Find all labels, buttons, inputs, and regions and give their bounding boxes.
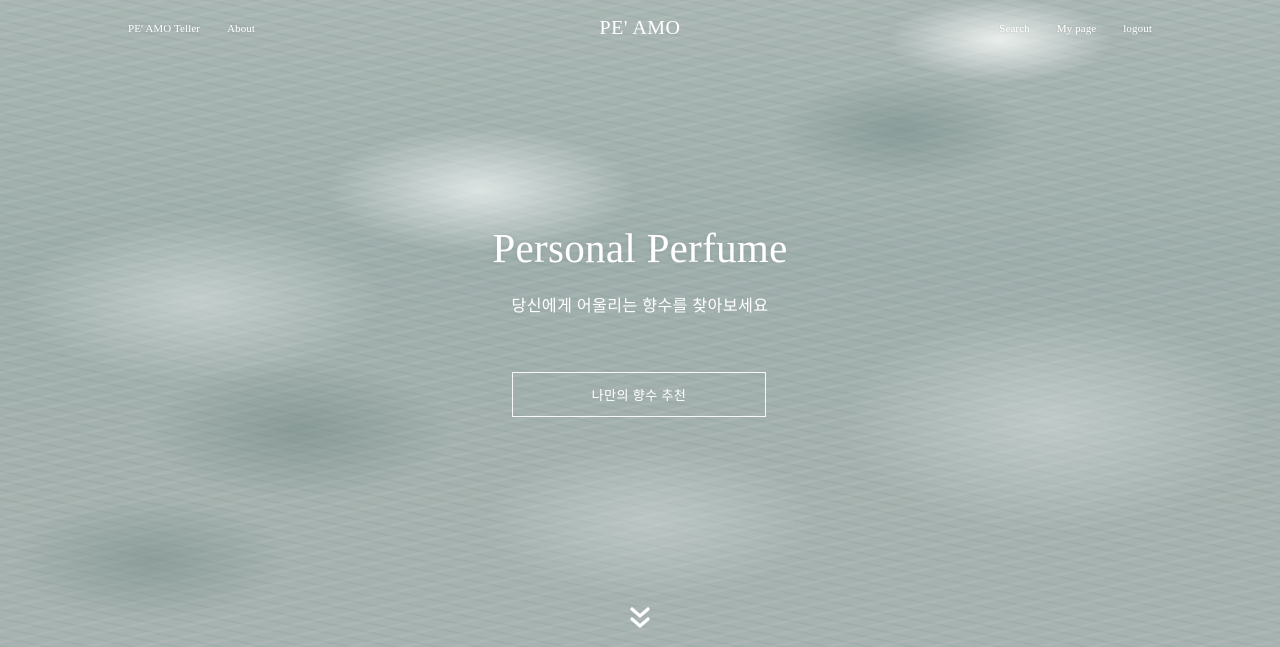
nav-link-my-page[interactable]: My page xyxy=(1057,23,1097,35)
hero-section: PE' AMO Teller About PE' AMO Search My p… xyxy=(0,0,1280,647)
double-chevron-down-icon[interactable] xyxy=(629,605,651,631)
recommend-perfume-button-label: 나만의 향수 추천 xyxy=(591,388,687,403)
hero-subtitle: 당신에게 어울리는 향수를 찾아보세요 xyxy=(511,298,769,315)
recommend-perfume-button[interactable]: 나만의 향수 추천 xyxy=(512,372,766,417)
top-navigation: PE' AMO Teller About PE' AMO Search My p… xyxy=(0,0,1280,60)
hero-headline: Personal Perfume xyxy=(492,225,788,271)
nav-link-search[interactable]: Search xyxy=(999,23,1030,35)
nav-right-group: Search My page logout xyxy=(999,23,1152,35)
nav-link-logout[interactable]: logout xyxy=(1123,23,1152,35)
